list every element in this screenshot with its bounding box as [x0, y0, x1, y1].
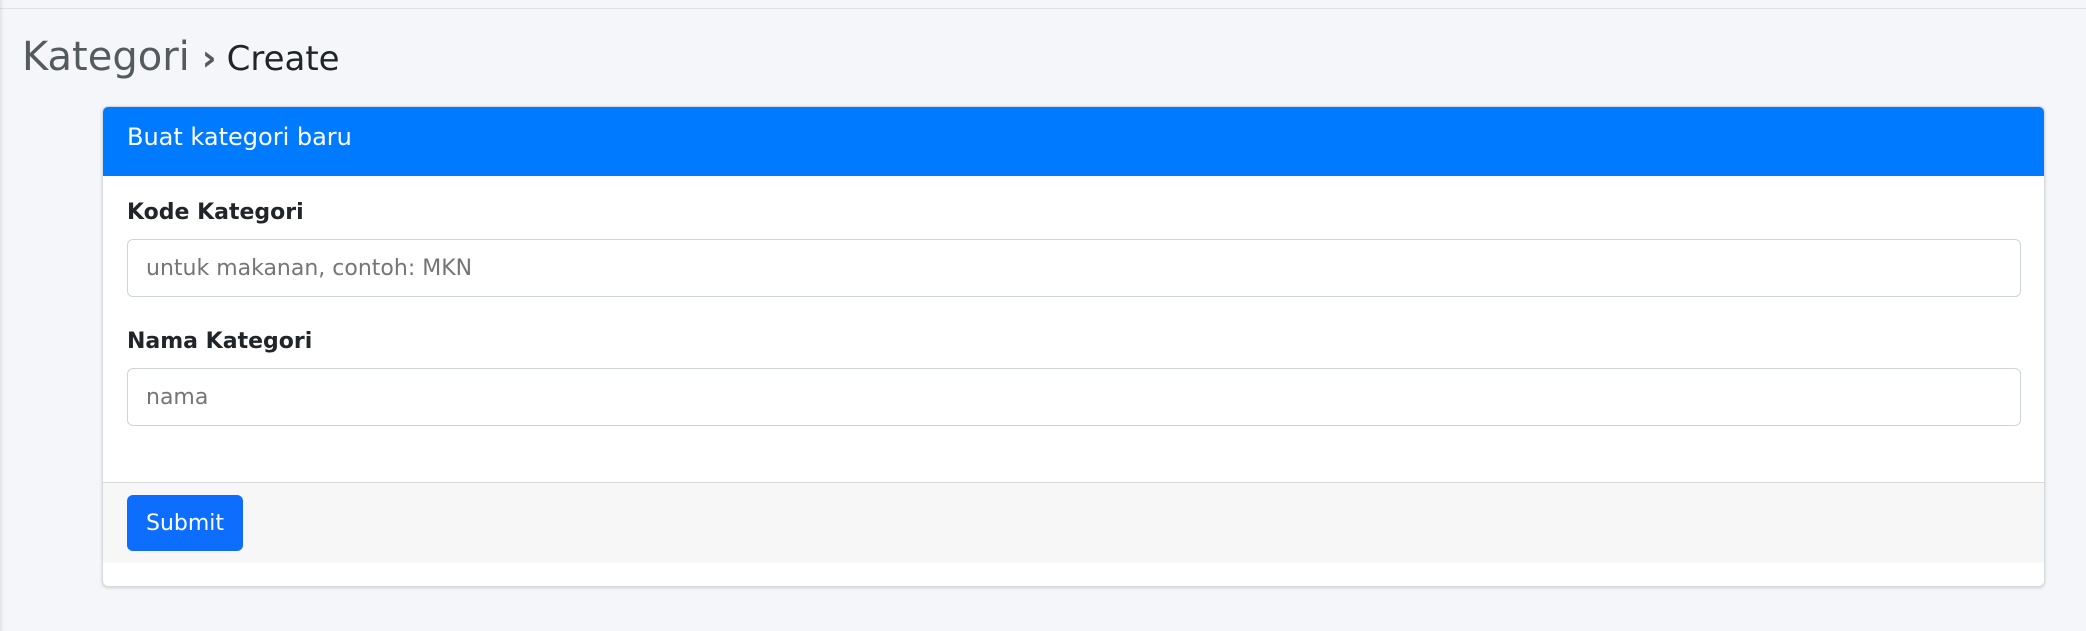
kode-kategori-input[interactable] [127, 239, 2021, 297]
kode-kategori-label: Kode Kategori [127, 200, 304, 225]
breadcrumb: Kategori › Create [22, 34, 340, 80]
page: Kategori › Create Buat kategori baru Kod… [0, 0, 2086, 631]
card-title: Buat kategori baru [127, 123, 352, 151]
create-category-card: Buat kategori baru Kode Kategori Nama Ka… [102, 106, 2045, 587]
breadcrumb-page: Create [226, 39, 340, 79]
breadcrumb-section: Kategori [22, 34, 190, 80]
nama-kategori-input[interactable] [127, 368, 2021, 426]
card-header: Buat kategori baru [103, 107, 2044, 176]
top-divider [0, 8, 2086, 9]
card-footer: Submit [103, 482, 2044, 563]
breadcrumb-chevron-icon: › [201, 38, 217, 79]
sidebar-edge [0, 0, 4, 631]
submit-button[interactable]: Submit [127, 495, 244, 551]
nama-kategori-label: Nama Kategori [127, 329, 313, 354]
card-body: Kode Kategori Nama Kategori [103, 176, 2044, 482]
